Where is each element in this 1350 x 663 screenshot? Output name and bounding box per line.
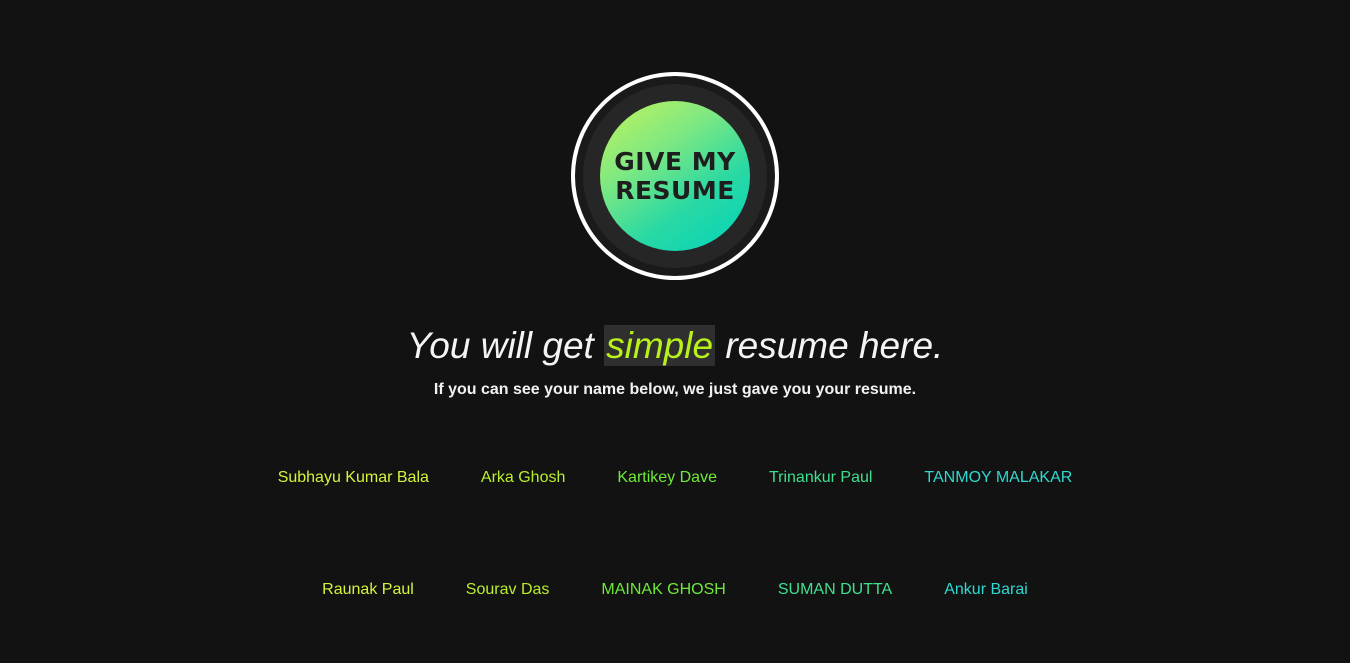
logo: GIVE MY RESUME [571, 72, 779, 280]
logo-badge: GIVE MY RESUME [600, 101, 750, 251]
name-link-sourav-das[interactable]: Sourav Das [466, 580, 550, 600]
headline: You will get simple resume here. [0, 322, 1350, 370]
name-link-mainak-ghosh[interactable]: MAINAK GHOSH [601, 580, 725, 600]
headline-before: You will get [406, 325, 605, 366]
headline-highlight: simple [604, 325, 716, 366]
name-link-tanmoy-malakar[interactable]: TANMOY MALAKAR [924, 468, 1072, 488]
logo-ring: GIVE MY RESUME [583, 84, 767, 268]
name-link-raunak-paul[interactable]: Raunak Paul [322, 580, 414, 600]
headline-after: resume here. [715, 325, 944, 366]
page: GIVE MY RESUME You will get simple resum… [0, 0, 1350, 663]
name-link-arka-ghosh[interactable]: Arka Ghosh [481, 468, 565, 488]
subheading: If you can see your name below, we just … [433, 381, 917, 398]
logo-text-line-2: RESUME [615, 176, 735, 205]
names-row-1: Subhayu Kumar Bala Arka Ghosh Kartikey D… [0, 468, 1350, 488]
name-link-suman-dutta[interactable]: SUMAN DUTTA [778, 580, 892, 600]
names-row-2: Raunak Paul Sourav Das MAINAK GHOSH SUMA… [0, 580, 1350, 600]
name-link-trinankur-paul[interactable]: Trinankur Paul [769, 468, 872, 488]
name-link-ankur-barai[interactable]: Ankur Barai [944, 580, 1028, 600]
logo-text-line-1: GIVE MY [614, 147, 736, 176]
name-link-subhayu-kumar-bala[interactable]: Subhayu Kumar Bala [278, 468, 429, 488]
name-link-kartikey-dave[interactable]: Kartikey Dave [617, 468, 717, 488]
